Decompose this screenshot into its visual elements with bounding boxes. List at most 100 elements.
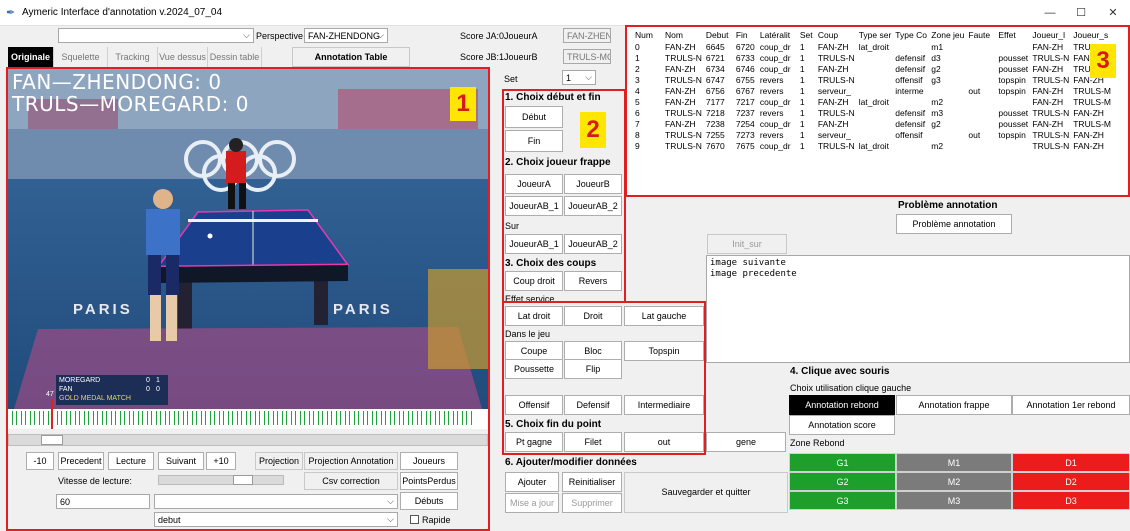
table-row[interactable]: 4 FAN-ZH 6756 6767 revers 1 serveur_ interme out… (633, 85, 1113, 96)
mise-a-jour-button[interactable]: Mise a jour (505, 493, 559, 513)
joueur-b-button[interactable]: JoueurB (564, 174, 622, 194)
poussette-button[interactable]: Poussette (505, 359, 563, 379)
timeline-cursor[interactable] (51, 399, 53, 429)
droit-button[interactable]: Droit (564, 306, 622, 326)
col-set[interactable]: Set (798, 29, 816, 41)
precedent-button[interactable]: Precedent (58, 452, 104, 470)
table-row[interactable]: 7 FAN-ZH 7238 7254 coup_dr 1 FAN-ZH defensif g2 p… (633, 118, 1113, 129)
col-nom[interactable]: Nom (663, 29, 704, 41)
points-perdus-button[interactable]: PointsPerdus (400, 472, 458, 490)
intermediaire-button[interactable]: Intermediaire (624, 395, 704, 415)
zone-g2[interactable]: G2 (789, 472, 896, 491)
tab-vue-dessus[interactable]: Vue dessus (158, 47, 208, 67)
plus10-button[interactable]: +10 (206, 452, 236, 470)
zone-m3[interactable]: M3 (896, 491, 1012, 510)
supprimer-button[interactable]: Supprimer (562, 493, 622, 513)
col-effet[interactable]: Effet (996, 29, 1030, 41)
lecture-button[interactable]: Lecture (108, 452, 154, 470)
zone-d3[interactable]: D3 (1012, 491, 1130, 510)
minus10-button[interactable]: -10 (26, 452, 54, 470)
tab-squelette[interactable]: Squelette (54, 47, 108, 67)
frame-slider-handle[interactable] (41, 435, 63, 445)
pt-gagne-button[interactable]: Pt gagne (505, 432, 563, 452)
timeline-bar[interactable] (12, 411, 472, 425)
sur-ab2-button[interactable]: JoueurAB_2 (564, 234, 622, 254)
col-faute[interactable]: Faute (966, 29, 996, 41)
topspin-button[interactable]: Topspin (624, 341, 704, 361)
vitesse-slider-handle[interactable] (233, 475, 253, 485)
annotation-score-button[interactable]: Annotation score (789, 415, 895, 435)
col-type-service[interactable]: Type ser (857, 29, 894, 41)
vitesse-input[interactable]: 60 (56, 494, 150, 509)
table-row[interactable]: 8 TRULS-N 7255 7273 revers 1 serveur_ offensif o… (633, 129, 1113, 140)
lat-droit-button[interactable]: Lat droit (505, 306, 563, 326)
gene-button[interactable]: gene (706, 432, 786, 452)
table-row[interactable]: 1 TRULS-N 6721 6733 coup_dr 1 TRULS-N defensif d… (633, 52, 1113, 63)
lat-gauche-button[interactable]: Lat gauche (624, 306, 704, 326)
perspective-combo[interactable]: FAN-ZHENDONG ⌵ (304, 28, 388, 43)
csv-correction-button[interactable]: Csv correction (304, 472, 398, 490)
annotation-frappe-button[interactable]: Annotation frappe (896, 395, 1012, 415)
zone-d2[interactable]: D2 (1012, 472, 1130, 491)
revers-button[interactable]: Revers (564, 271, 622, 291)
col-debut[interactable]: Debut (704, 29, 734, 41)
defensif-button[interactable]: Defensif (564, 395, 622, 415)
projection-annotation-button[interactable]: Projection Annotation (304, 452, 398, 470)
sur-ab1-button[interactable]: JoueurAB_1 (505, 234, 563, 254)
video-select-combo[interactable]: ⌵ (58, 28, 254, 43)
zone-d1[interactable]: D1 (1012, 453, 1130, 472)
close-button[interactable]: ✕ (1098, 4, 1128, 22)
col-lateralite[interactable]: Latéralit (758, 29, 798, 41)
col-joueur-s[interactable]: Joueur_s (1071, 29, 1113, 41)
joueur-a-field[interactable]: FAN-ZHENI (563, 28, 611, 43)
joueur-a-button[interactable]: JoueurA (505, 174, 563, 194)
filet-button[interactable]: Filet (564, 432, 622, 452)
zone-m2[interactable]: M2 (896, 472, 1012, 491)
projection-button[interactable]: Projection (255, 452, 303, 470)
out-button[interactable]: out (624, 432, 704, 452)
joueur-ab1-button[interactable]: JoueurAB_1 (505, 196, 563, 216)
maximize-button[interactable]: ☐ (1066, 4, 1096, 22)
joueur-ab2-button[interactable]: JoueurAB_2 (564, 196, 622, 216)
debut-button[interactable]: Début (505, 106, 563, 128)
set-combo[interactable]: 1 ⌵ (562, 70, 596, 85)
reinitialiser-button[interactable]: Reinitialiser (562, 472, 622, 492)
tab-dessin-table[interactable]: Dessin table (208, 47, 262, 67)
col-joueur-l[interactable]: Joueur_l (1030, 29, 1071, 41)
rapide-checkbox[interactable] (410, 515, 419, 524)
debuts-button[interactable]: Débuts (400, 492, 458, 510)
fin-button[interactable]: Fin (505, 130, 563, 152)
video-frame[interactable]: 47 FAN—ZHENDONG: 0 TRULS—MOREGARD: 0 PAR… (8, 69, 488, 429)
coupe-button[interactable]: Coupe (505, 341, 563, 361)
ajouter-button[interactable]: Ajouter (505, 472, 559, 492)
vitesse-slider[interactable] (158, 475, 284, 485)
coup-droit-button[interactable]: Coup droit (505, 271, 563, 291)
frame-slider[interactable] (8, 434, 488, 446)
zone-g3[interactable]: G3 (789, 491, 896, 510)
table-row[interactable]: 2 FAN-ZH 6734 6746 coup_dr 1 FAN-ZH defensif g2 p… (633, 63, 1113, 74)
col-zone-jeu[interactable]: Zone jeu (929, 29, 966, 41)
bloc-button[interactable]: Bloc (564, 341, 622, 361)
tab-tracking[interactable]: Tracking (108, 47, 158, 67)
suivant-button[interactable]: Suivant (158, 452, 204, 470)
table-row[interactable]: 3 TRULS-N 6747 6755 revers 1 TRULS-N offensif g3… (633, 74, 1113, 85)
col-coup[interactable]: Coup (816, 29, 857, 41)
tab-originale[interactable]: Originale (8, 47, 54, 67)
sauvegarder-quitter-button[interactable]: Sauvegarder et quitter (624, 472, 788, 513)
offensif-button[interactable]: Offensif (505, 395, 563, 415)
col-num[interactable]: Num (633, 29, 663, 41)
flip-button[interactable]: Flip (564, 359, 622, 379)
debut-combo[interactable]: debut ⌵ (154, 512, 398, 527)
col-type-coup[interactable]: Type Co (893, 29, 929, 41)
zone-m1[interactable]: M1 (896, 453, 1012, 472)
annotation-rebond-button[interactable]: Annotation rebond (789, 395, 895, 415)
joueurs-button[interactable]: Joueurs (400, 452, 458, 470)
table-row[interactable]: 0 FAN-ZH 6645 6720 coup_dr 1 FAN-ZH lat_droit m1… (633, 41, 1113, 52)
annotation-table-button[interactable]: Annotation Table (292, 47, 410, 67)
log-textbox[interactable]: image suivante image precedente (706, 255, 1130, 363)
minimize-button[interactable]: — (1035, 4, 1065, 22)
joueur-b-field[interactable]: TRULS-MOI (563, 49, 611, 64)
probleme-annotation-button[interactable]: Problème annotation (896, 214, 1012, 234)
col-fin[interactable]: Fin (734, 29, 758, 41)
table-row[interactable]: 5 FAN-ZH 7177 7217 coup_dr 1 FAN-ZH lat_droit m2… (633, 96, 1113, 107)
